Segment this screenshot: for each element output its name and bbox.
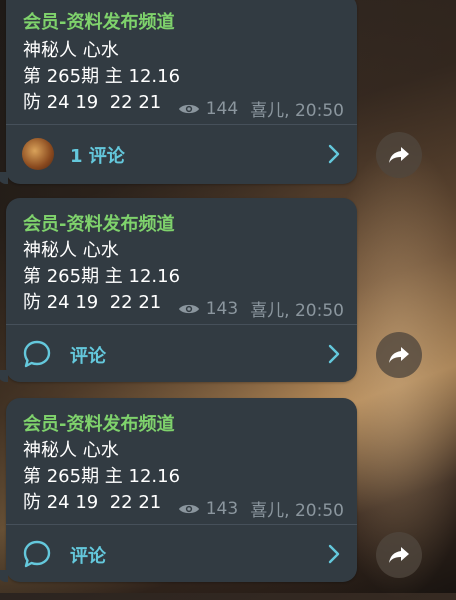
eye-icon (178, 504, 199, 513)
chevron-right-icon (328, 344, 340, 364)
post-line: 神秘人 心水 (23, 240, 119, 261)
post-line: 第 265期 主 12.16 (23, 66, 181, 87)
comments-label: 评论 (70, 546, 106, 567)
share-button[interactable] (376, 132, 422, 178)
author-time: 喜儿, 20:50 (250, 301, 344, 321)
channel-post[interactable]: 会员-资料发布频道 神秘人 心水 第 265期 主 12.16 防 24 19 … (0, 198, 357, 383)
view-count: 143 (205, 498, 239, 519)
channel-post[interactable]: 会员-资料发布频道 神秘人 心水 第 265期 主 12.16 防 24 19 … (0, 398, 357, 583)
chevron-right-icon (328, 544, 340, 564)
post-line: 神秘人 心水 (23, 40, 119, 61)
author-time: 喜儿, 20:50 (250, 501, 344, 521)
comments-button[interactable]: 评论 (6, 525, 357, 583)
author-time: 喜儿, 20:50 (250, 101, 344, 121)
eye-icon (178, 104, 199, 113)
comments-label: 1 评论 (70, 146, 125, 167)
share-icon (389, 347, 409, 363)
chat-bubble-icon (23, 540, 51, 568)
view-count: 144 (205, 98, 239, 119)
share-icon (389, 147, 409, 163)
eye-icon (178, 304, 199, 313)
share-button[interactable] (376, 332, 422, 378)
chevron-right-icon (328, 144, 340, 164)
comments-label: 评论 (70, 346, 106, 367)
post-line: 防 24 19 22 21 (23, 292, 162, 313)
post-line: 神秘人 心水 (23, 440, 119, 461)
share-icon (389, 547, 409, 563)
post-line: 第 265期 主 12.16 (23, 466, 181, 487)
post-meta: 143 喜儿, 20:50 (178, 296, 344, 321)
channel-name[interactable]: 会员-资料发布频道 (23, 410, 174, 436)
post-line: 第 265期 主 12.16 (23, 266, 181, 287)
share-button[interactable] (376, 532, 422, 578)
channel-name[interactable]: 会员-资料发布频道 (23, 8, 174, 34)
post-line: 防 24 19 22 21 (23, 492, 162, 513)
post-meta: 143 喜儿, 20:50 (178, 496, 344, 521)
post-meta: 144 喜儿, 20:50 (178, 96, 344, 121)
comments-button[interactable]: 1 评论 (6, 125, 357, 183)
commenter-avatar (22, 138, 54, 170)
comments-button[interactable]: 评论 (6, 325, 357, 383)
channel-name[interactable]: 会员-资料发布频道 (23, 210, 174, 236)
post-line: 防 24 19 22 21 (23, 92, 162, 113)
view-count: 143 (205, 298, 239, 319)
channel-post[interactable]: 会员-资料发布频道 神秘人 心水 第 265期 主 12.16 防 24 19 … (0, 0, 357, 184)
chat-bubble-icon (23, 340, 51, 368)
